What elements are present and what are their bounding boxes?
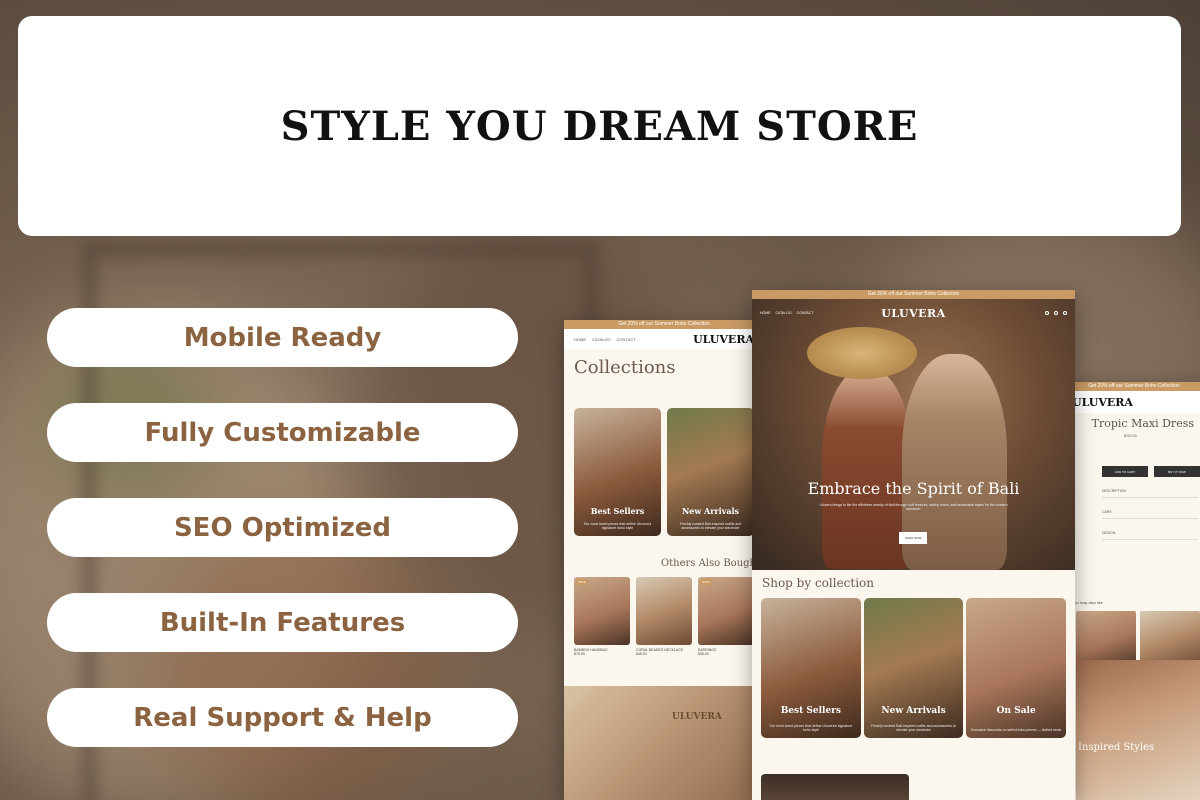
- feature-list: Mobile Ready Fully Customizable SEO Opti…: [47, 308, 518, 783]
- banner-logo: ULUVERA: [672, 712, 722, 722]
- feature-pill-seo: SEO Optimized: [47, 498, 518, 557]
- buy-now-button[interactable]: BUY IT NOW: [1154, 466, 1200, 477]
- card-title: Best Sellers: [590, 506, 645, 516]
- collection-card-new-arrivals[interactable]: New Arrivals Freshly curated Bali-inspir…: [667, 408, 754, 536]
- shop-now-button[interactable]: SHOP NOW: [899, 532, 927, 544]
- card-title: On Sale: [996, 706, 1036, 716]
- card-subtitle: Exclusive discounts on select boho piece…: [971, 728, 1062, 732]
- sale-badge: SALE: [576, 579, 588, 585]
- announcement-bar: Get 20% off our Summer Boho Collection: [564, 320, 764, 329]
- feature-pill-customizable: Fully Customizable: [47, 403, 518, 462]
- collection-card-new-arrivals[interactable]: New Arrivals Freshly curated Bali-inspir…: [863, 598, 964, 738]
- product-price: $120.00: [1124, 434, 1137, 438]
- card-title: New Arrivals: [881, 706, 946, 716]
- collections-heading: Collections: [574, 357, 676, 378]
- others-also-bought-heading: Others Also Bought: [660, 558, 760, 569]
- card-subtitle: Freshly curated Bali-inspired outfits an…: [679, 522, 742, 530]
- brand-logo[interactable]: ULUVERA: [1072, 396, 1133, 409]
- card-subtitle: Freshly curated Bali-inspired outfits an…: [871, 724, 956, 732]
- product-card[interactable]: SALE EARRINGS $35.00: [698, 577, 754, 656]
- card-title: New Arrivals: [681, 506, 740, 516]
- mockup-home-page: Get 20% off our Summer Boho Collection H…: [752, 290, 1075, 800]
- card-subtitle: Our most loved pieces that define Uluver…: [583, 522, 652, 530]
- card-subtitle: Our most loved pieces that define Uluver…: [769, 724, 853, 732]
- mockup-nav: HOME CATALOG CONTACT ULUVERA: [564, 329, 764, 349]
- product-price: $35.00: [698, 652, 709, 656]
- inspired-styles-heading: Inspired Styles: [1078, 742, 1155, 753]
- product-thumb[interactable]: [1140, 611, 1200, 667]
- product-price: $79.00: [574, 652, 585, 656]
- nav-link-home[interactable]: HOME: [574, 337, 586, 342]
- product-price: $45.00: [636, 652, 647, 656]
- hero-headline: Embrace the Spirit of Bali: [807, 479, 1020, 498]
- mockup-collections-page: Get 20% off our Summer Boho Collection H…: [564, 320, 764, 800]
- hero-subtext: Uluvera brings to life the effortless be…: [819, 503, 1008, 511]
- card-title: Best Sellers: [780, 706, 841, 716]
- also-like-heading: You may also like: [1072, 600, 1103, 605]
- product-title: Tropic Maxi Dress: [1091, 417, 1194, 430]
- title-card: STYLE YOU DREAM STORE: [18, 16, 1181, 236]
- product-card[interactable]: SALE BAMBOO HANDBAG $79.00: [574, 577, 630, 656]
- feature-pill-built-in: Built-In Features: [47, 593, 518, 652]
- mockup-nav: ULUVERA: [1068, 391, 1200, 413]
- collection-card-best-sellers[interactable]: Best Sellers Our most loved pieces that …: [761, 598, 861, 738]
- nav-link-catalog[interactable]: CATALOG: [592, 337, 611, 342]
- accordion-description[interactable]: DESCRIPTION: [1102, 485, 1198, 498]
- mockup-nav: HOME CATALOG CONTACT ULUVERA: [760, 307, 1067, 320]
- sale-badge: SALE: [700, 579, 712, 585]
- shop-by-collection-heading: Shop by collection: [762, 576, 875, 590]
- accordion-design[interactable]: DESIGN: [1102, 527, 1198, 540]
- collection-card-on-sale[interactable]: On Sale Exclusive discounts on select bo…: [966, 598, 1067, 738]
- feature-pill-mobile-ready: Mobile Ready: [47, 308, 518, 367]
- hero-banner: HOME CATALOG CONTACT ULUVERA Embrace the…: [752, 299, 1075, 570]
- page-title: STYLE YOU DREAM STORE: [280, 102, 919, 150]
- brand-logo[interactable]: ULUVERA: [693, 333, 754, 346]
- nav-link-contact[interactable]: CONTACT: [617, 337, 636, 342]
- product-thumb[interactable]: [1076, 611, 1136, 667]
- inspired-styles-image: Inspired Styles: [1076, 660, 1200, 800]
- feature-pill-support: Real Support & Help: [47, 688, 518, 747]
- brand-banner-image: ULUVERA: [564, 686, 764, 800]
- brand-logo[interactable]: ULUVERA: [760, 307, 1067, 320]
- straw-hat: [807, 327, 917, 379]
- announcement-bar: Get 20% off our Summer Boho Collection: [752, 290, 1075, 299]
- mockup-product-page: Get 20% off our Summer Boho Collection U…: [1068, 382, 1200, 800]
- lifestyle-image: [761, 774, 909, 800]
- add-to-cart-button[interactable]: ADD TO CART: [1102, 466, 1148, 477]
- announcement-bar: Get 20% off our Summer Boho Collection: [1068, 382, 1200, 391]
- collection-card-best-sellers[interactable]: Best Sellers Our most loved pieces that …: [574, 408, 661, 536]
- product-card[interactable]: CORAL BEADED NECKLACE $45.00: [636, 577, 692, 656]
- accordion-care[interactable]: CARE: [1102, 506, 1198, 519]
